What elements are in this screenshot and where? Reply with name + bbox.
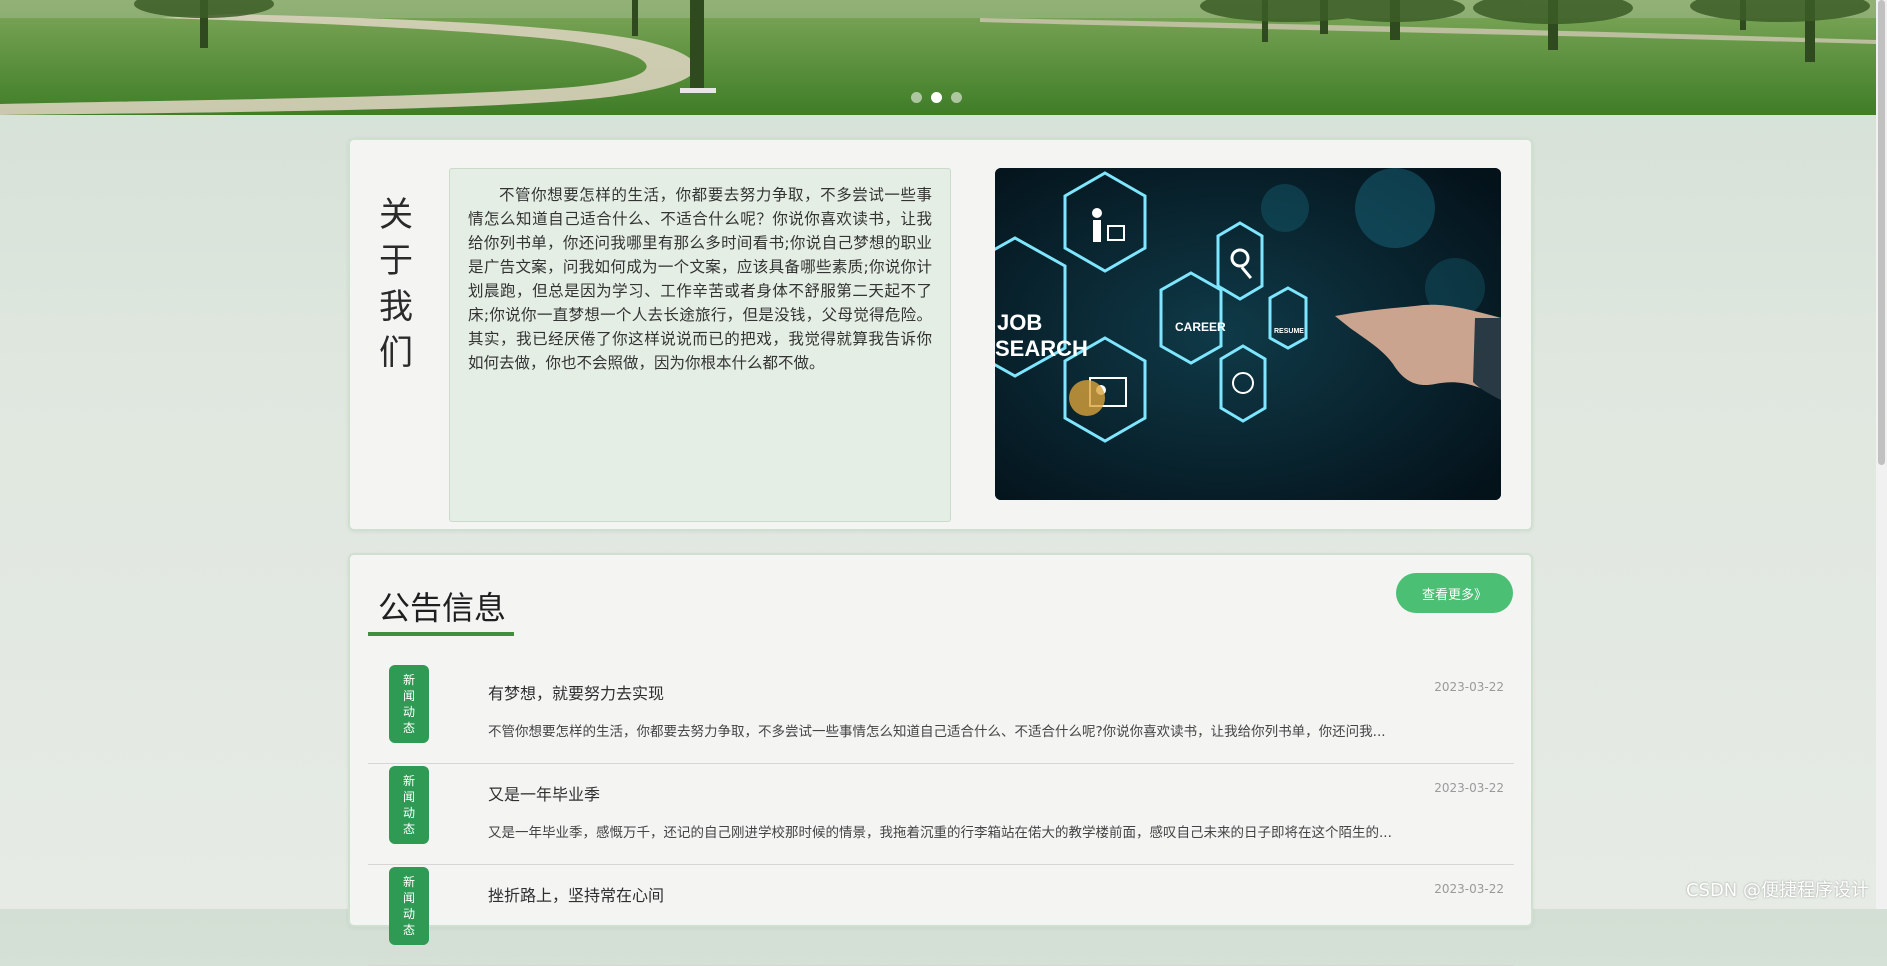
csdn-watermark: CSDN @便捷程序设计	[1685, 880, 1869, 901]
notice-title[interactable]: 有梦想，就要努力去实现	[488, 680, 664, 704]
notice-date: 2023-03-22	[1434, 680, 1504, 694]
view-more-button[interactable]: 查看更多》	[1396, 573, 1513, 613]
notice-item[interactable]: 新闻动态 又是一年毕业季 2023-03-22 又是一年毕业季，感慨万千，还记的…	[368, 764, 1514, 865]
page-scrollbar[interactable]	[1876, 0, 1887, 909]
image-label-resume: RESUME	[1274, 328, 1304, 335]
news-category-badge: 新闻动态	[389, 665, 429, 743]
notice-list: 新闻动态 有梦想，就要努力去实现 2023-03-22 不管你想要怎样的生活，你…	[368, 663, 1514, 966]
notice-section-title: 公告信息	[378, 589, 507, 627]
news-category-badge: 新闻动态	[389, 766, 429, 844]
notice-date: 2023-03-22	[1434, 781, 1504, 795]
notice-section: 公告信息 查看更多》 新闻动态 有梦想，就要努力去实现 2023-03-22 不…	[348, 553, 1533, 966]
job-search-hexagon-graphic: JOB SEARCH CAREER RESUME	[995, 168, 1501, 500]
notice-date: 2023-03-22	[1434, 882, 1504, 896]
image-label-career: CAREER	[1175, 320, 1226, 334]
notice-title[interactable]: 挫折路上，坚持常在心间	[488, 882, 664, 906]
scrollbar-thumb[interactable]	[1878, 0, 1885, 465]
image-label-job: JOB	[997, 310, 1042, 335]
about-image: JOB SEARCH CAREER RESUME	[995, 168, 1501, 500]
about-section: 关于我们 不管你想要怎样的生活，你都要去努力争取，不多尝试一些事情怎么知道自己适…	[348, 138, 1533, 531]
about-title: 关于我们	[379, 195, 413, 373]
carousel-dot[interactable]	[911, 92, 922, 103]
carousel-dot-active[interactable]	[931, 92, 942, 103]
carousel-indicators	[911, 92, 962, 103]
hero-carousel[interactable]	[0, 0, 1876, 115]
notice-summary: 不管你想要怎样的生活，你都要去努力争取，不多尝试一些事情怎么知道自己适合什么、不…	[488, 724, 1386, 740]
about-description: 不管你想要怎样的生活，你都要去努力争取，不多尝试一些事情怎么知道自己适合什么、不…	[449, 168, 951, 522]
title-underline	[368, 632, 514, 636]
carousel-dot[interactable]	[951, 92, 962, 103]
notice-title[interactable]: 又是一年毕业季	[488, 781, 600, 805]
image-label-search: SEARCH	[995, 336, 1088, 361]
news-category-badge: 新闻动态	[389, 867, 429, 945]
notice-item[interactable]: 新闻动态 有梦想，就要努力去实现 2023-03-22 不管你想要怎样的生活，你…	[368, 663, 1514, 764]
notice-summary: 又是一年毕业季，感慨万千，还记的自己刚进学校那时候的情景，我拖着沉重的行李箱站在…	[488, 825, 1392, 841]
notice-item[interactable]: 新闻动态 挫折路上，坚持常在心间 2023-03-22	[368, 865, 1514, 966]
